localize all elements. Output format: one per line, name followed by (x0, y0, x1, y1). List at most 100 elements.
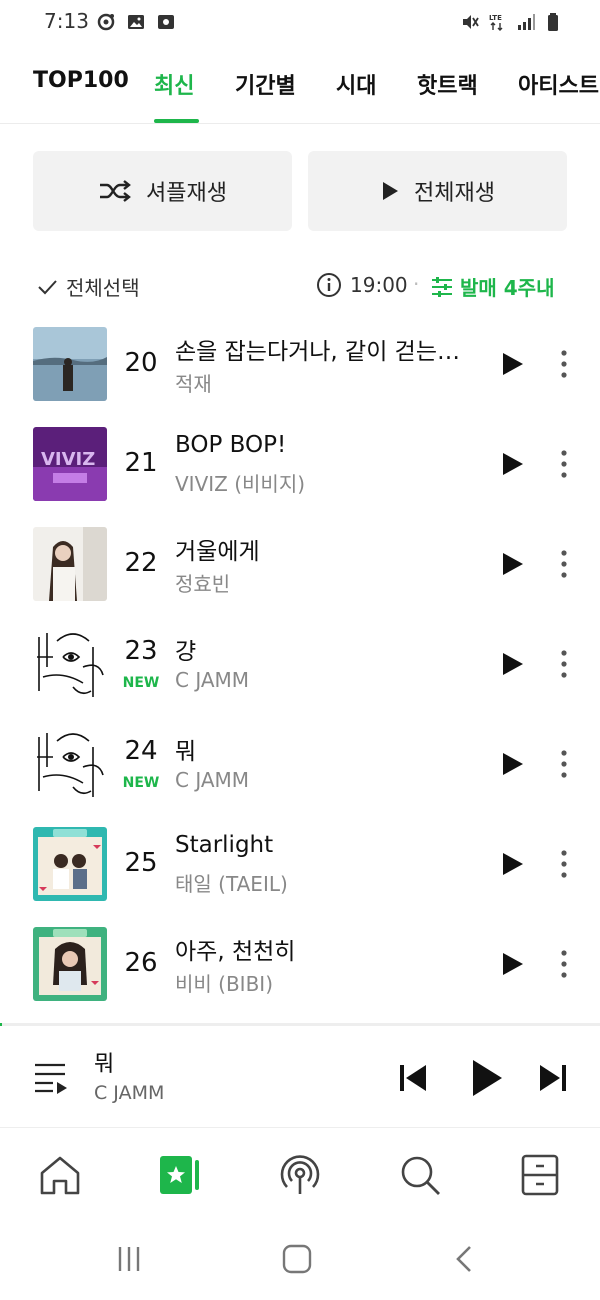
recent-apps-icon[interactable] (113, 1243, 145, 1275)
track-artist: 정효빈 (175, 572, 231, 596)
album-art[interactable] (33, 727, 107, 801)
play-track-icon[interactable] (500, 450, 526, 478)
track-artist: C JAMM (175, 668, 250, 692)
check-icon (38, 279, 57, 294)
tab-hottrack[interactable]: 핫트랙 (417, 68, 478, 100)
status-left-icons (96, 12, 176, 32)
home-icon[interactable] (37, 1152, 83, 1198)
play-track-icon[interactable] (500, 750, 526, 778)
track-rank: 26 (124, 948, 158, 978)
track-rank: 21 (124, 448, 158, 478)
play-all-button[interactable]: 전체재생 (308, 151, 567, 231)
track-row[interactable]: 26 아주, 천천히 비비 (BIBI) (0, 914, 600, 1014)
play-track-icon[interactable] (500, 850, 526, 878)
status-time: 7:13 (44, 9, 89, 33)
shuffle-play-label: 셔플재생 (146, 181, 227, 206)
shuffle-icon (100, 180, 131, 202)
update-time: 19:00 (350, 273, 408, 297)
back-icon[interactable] (449, 1243, 481, 1275)
new-badge: NEW (122, 775, 160, 791)
track-title: 뭐 (175, 739, 197, 765)
select-all-label: 전체선택 (66, 276, 140, 300)
track-title: BOP BOP! (175, 432, 287, 458)
track-row[interactable]: 25 Starlight 태일 (TAEIL) (0, 814, 600, 914)
filter-sliders-icon (432, 276, 452, 297)
update-info[interactable]: 19:00 (316, 272, 408, 298)
track-list: 20 손을 잡는다거나, 같이 걷는다거나 적재 VIVIZ 21 BOP BO… (0, 314, 600, 1014)
signal-icon (518, 14, 535, 30)
selection-row: 전체선택 19:00 · 발매 4주내 (0, 268, 600, 308)
chart-icon[interactable] (157, 1152, 203, 1198)
track-rank: 24 (124, 736, 158, 766)
track-artist: 태일 (TAEIL) (175, 872, 288, 896)
now-playing-title: 뭐 (94, 1052, 115, 1077)
track-rank: 25 (124, 848, 158, 878)
track-title: 손을 잡는다거나, 같이 걷는다거나 (175, 339, 475, 365)
album-art[interactable] (33, 527, 107, 601)
play-track-icon[interactable] (500, 550, 526, 578)
library-icon[interactable] (517, 1152, 563, 1198)
play-track-icon[interactable] (500, 950, 526, 978)
more-options-icon[interactable] (553, 948, 575, 980)
more-options-icon[interactable] (553, 848, 575, 880)
track-rank: 23 (124, 636, 158, 666)
record-icon (97, 13, 115, 31)
track-title: 아주, 천천히 (175, 939, 296, 965)
podcast-icon[interactable] (277, 1152, 323, 1198)
track-title: 걍 (175, 639, 197, 665)
album-art[interactable] (33, 627, 107, 701)
playlist-icon[interactable] (33, 1060, 69, 1094)
track-title: 거울에게 (175, 539, 260, 565)
mini-player[interactable]: 뭐 C JAMM (0, 1023, 600, 1127)
track-row[interactable]: 23 NEW 걍 C JAMM (0, 614, 600, 714)
status-right-icons: LTE (460, 12, 564, 32)
chart-tabs: TOP100 최신 기간별 시대 핫트랙 아티스트 (0, 52, 600, 124)
tab-top100[interactable]: TOP100 (33, 68, 129, 93)
play-pause-icon[interactable] (470, 1058, 504, 1098)
album-art[interactable] (33, 327, 107, 401)
active-tab-indicator (154, 119, 199, 123)
tab-latest[interactable]: 최신 (154, 68, 194, 100)
info-icon (317, 273, 341, 297)
album-art[interactable]: VIVIZ (33, 427, 107, 501)
shuffle-play-button[interactable]: 셔플재생 (33, 151, 292, 231)
more-options-icon[interactable] (553, 748, 575, 780)
track-row[interactable]: 20 손을 잡는다거나, 같이 걷는다거나 적재 (0, 314, 600, 414)
track-row[interactable]: 22 거울에게 정효빈 (0, 514, 600, 614)
playback-progress-bar[interactable] (0, 1023, 2, 1026)
svg-text:LTE: LTE (489, 14, 502, 22)
tab-period[interactable]: 기간별 (235, 68, 296, 100)
release-filter-button[interactable]: 발매 4주내 (430, 272, 554, 301)
track-row[interactable]: VIVIZ 21 BOP BOP! VIVIZ (비비지) (0, 414, 600, 514)
home-button-icon[interactable] (281, 1243, 313, 1275)
play-icon (383, 182, 399, 200)
track-rank: 22 (124, 548, 158, 578)
more-options-icon[interactable] (553, 448, 575, 480)
track-artist: 적재 (175, 372, 212, 396)
track-artist: C JAMM (175, 768, 250, 792)
image-icon (128, 15, 144, 29)
track-artist: VIVIZ (비비지) (175, 472, 306, 496)
more-options-icon[interactable] (553, 648, 575, 680)
album-art[interactable] (33, 827, 107, 901)
media-icon (158, 15, 174, 29)
track-artist: 비비 (BIBI) (175, 972, 274, 996)
tab-artist[interactable]: 아티스트 (518, 68, 599, 100)
more-options-icon[interactable] (553, 548, 575, 580)
more-options-icon[interactable] (553, 348, 575, 380)
svg-text:VIVIZ: VIVIZ (41, 449, 95, 470)
release-filter-label: 발매 4주내 (460, 276, 555, 300)
play-all-label: 전체재생 (414, 181, 495, 206)
track-row[interactable]: 24 NEW 뭐 C JAMM (0, 714, 600, 814)
select-all-button[interactable]: 전체선택 (36, 272, 140, 301)
tab-era[interactable]: 시대 (336, 68, 376, 100)
play-track-icon[interactable] (500, 350, 526, 378)
album-art[interactable] (33, 927, 107, 1001)
separator-dot: · (413, 272, 420, 296)
next-track-icon[interactable] (538, 1062, 568, 1094)
play-track-icon[interactable] (500, 650, 526, 678)
system-navigation-bar (0, 1223, 600, 1300)
search-icon[interactable] (397, 1152, 443, 1198)
lte-icon: LTE (489, 14, 503, 31)
previous-track-icon[interactable] (398, 1062, 428, 1094)
